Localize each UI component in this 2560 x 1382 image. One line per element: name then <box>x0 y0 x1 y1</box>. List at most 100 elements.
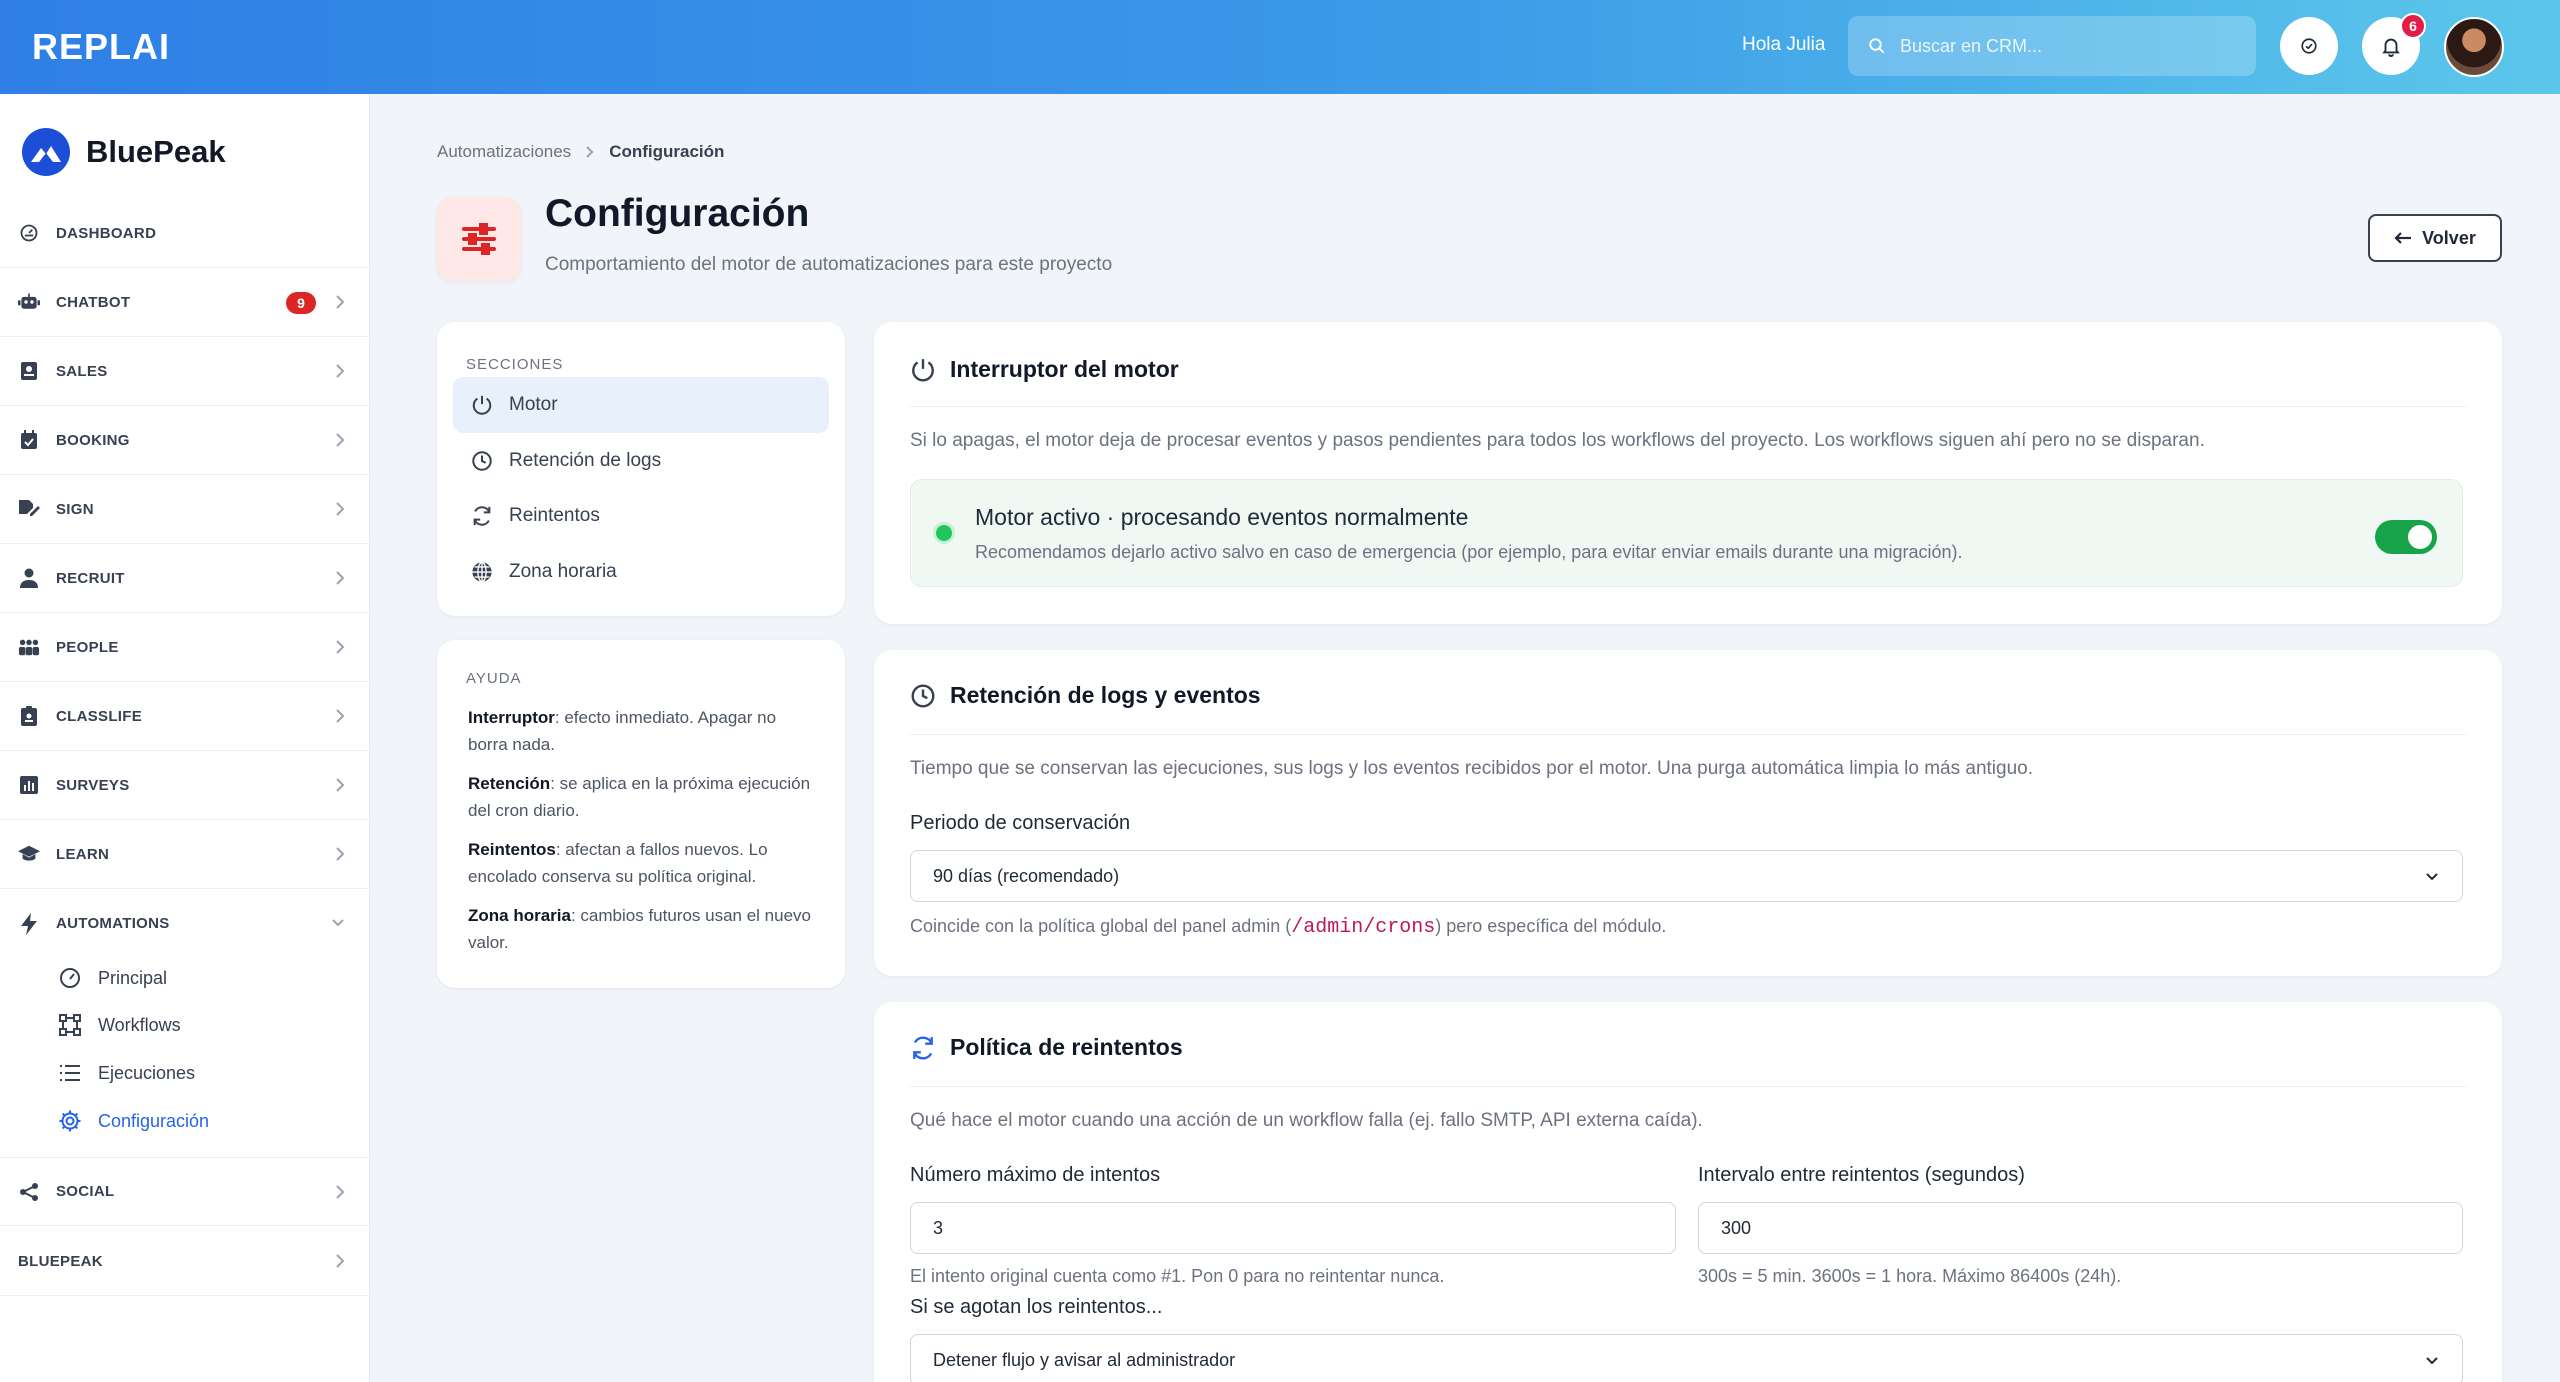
sidebar-subitem-principal[interactable]: Principal <box>58 958 167 998</box>
signature-icon <box>18 498 40 520</box>
sidebar-subitem-workflows[interactable]: Workflows <box>58 1005 181 1045</box>
breadcrumb: Automatizaciones Configuración <box>437 142 724 162</box>
chatbot-badge: 9 <box>286 292 316 314</box>
clock-icon <box>472 451 492 471</box>
user-avatar[interactable] <box>2444 17 2504 77</box>
sales-icon <box>18 360 40 382</box>
chevron-down-icon <box>2426 1357 2438 1365</box>
refresh-icon <box>473 506 491 526</box>
sidebar-item-label: CHATBOT <box>56 293 131 311</box>
breadcrumb-current: Configuración <box>609 142 725 161</box>
sidebar-item-label: SALES <box>56 362 108 380</box>
sidebar-item-recruit[interactable]: RECRUIT <box>0 544 370 613</box>
chevron-down-icon <box>332 919 344 927</box>
engine-status-box: Motor activo · procesando eventos normal… <box>910 479 2463 587</box>
chevron-right-icon <box>336 847 345 861</box>
admin-crons-link[interactable]: /admin/crons <box>1291 916 1435 939</box>
sidebar-item-booking[interactable]: BOOKING <box>0 406 370 475</box>
sidebar-item-learn[interactable]: LEARN <box>0 820 370 889</box>
section-link-motor[interactable]: Motor <box>453 377 829 433</box>
chevron-right-icon <box>336 709 345 723</box>
engine-toggle[interactable] <box>2375 520 2437 554</box>
power-icon <box>912 358 934 381</box>
retry-description: Qué hace el motor cuando una acción de u… <box>910 1110 1703 1131</box>
help-item-zona-horaria: Zona horaria: cambios futuros usan el nu… <box>468 906 811 952</box>
sidebar-item-label: PEOPLE <box>56 638 119 656</box>
sidebar-item-automations[interactable]: AUTOMATIONS <box>0 889 370 958</box>
chevron-right-icon <box>336 1185 345 1199</box>
section-link-retencion[interactable]: Retención de logs <box>453 433 829 489</box>
sidebar-item-label: SIGN <box>56 500 94 518</box>
power-icon <box>472 395 492 415</box>
sidebar-item-bluepeak[interactable]: BLUEPEAK <box>0 1227 370 1296</box>
sidebar-item-people[interactable]: PEOPLE <box>0 613 370 682</box>
sidebar-subitem-ejecuciones[interactable]: Ejecuciones <box>58 1053 195 1093</box>
help-item-reintentos: Reintentos: afectan a fallos nuevos. Lo … <box>468 840 768 886</box>
sidebar-subitem-configuracion[interactable]: Configuración <box>58 1101 209 1141</box>
search-input[interactable] <box>1900 35 2240 57</box>
retry-policy-card: Política de reintentos Qué hace el motor… <box>874 1002 2502 1382</box>
chevron-right-icon <box>336 1254 345 1268</box>
sidebar-item-label: RECRUIT <box>56 569 125 587</box>
tasks-button[interactable] <box>2280 17 2338 75</box>
max-attempts-hint: El intento original cuenta como #1. Pon … <box>910 1266 1445 1286</box>
gear-icon <box>59 1110 81 1132</box>
chevron-right-icon <box>586 146 594 158</box>
sidebar-item-sales[interactable]: SALES <box>0 337 370 406</box>
sidebar-item-sign[interactable]: SIGN <box>0 475 370 544</box>
sidebar-item-social[interactable]: SOCIAL <box>0 1157 370 1226</box>
sidebar: BluePeak DASHBOARD CHATBOT 9 SALES BOOKI… <box>0 94 370 1382</box>
retry-interval-input[interactable]: 300 <box>1698 1202 2463 1254</box>
chevron-right-icon <box>336 502 345 516</box>
sliders-icon <box>437 197 521 281</box>
retention-card-title: Retención de logs y eventos <box>950 682 1261 708</box>
list-icon <box>60 1065 80 1081</box>
retry-card-title: Política de reintentos <box>950 1034 1183 1060</box>
retry-interval-label: Intervalo entre reintentos (segundos) <box>1698 1164 2025 1186</box>
sidebar-item-label: BOOKING <box>56 431 130 449</box>
people-icon <box>18 636 40 658</box>
sections-title: SECCIONES <box>466 356 564 373</box>
chevron-down-icon <box>2426 873 2438 881</box>
max-attempts-input[interactable]: 3 <box>910 1202 1676 1254</box>
help-card: AYUDA Interruptor: efecto inmediato. Apa… <box>437 640 845 988</box>
max-attempts-label: Número máximo de intentos <box>910 1164 1161 1186</box>
sidebar-item-surveys[interactable]: SURVEYS <box>0 751 370 820</box>
exhausted-label: Si se agotan los reintentos... <box>910 1296 1163 1318</box>
dashboard-icon <box>18 222 40 244</box>
check-circle-icon <box>2301 38 2317 54</box>
notifications-button[interactable]: 6 <box>2362 13 2426 75</box>
sidebar-item-dashboard[interactable]: DASHBOARD <box>0 199 370 268</box>
retention-hint: Coincide con la política global del pane… <box>910 916 1667 939</box>
clock-icon <box>911 684 935 707</box>
sidebar-item-label: AUTOMATIONS <box>56 915 170 932</box>
refresh-icon <box>913 1035 933 1060</box>
calendar-check-icon <box>18 429 40 451</box>
retention-period-select[interactable]: 90 días (recomendado) <box>910 850 2463 902</box>
sidebar-item-label: SOCIAL <box>56 1183 115 1200</box>
exhausted-action-select[interactable]: Detener flujo y avisar al administrador <box>910 1334 2463 1382</box>
retention-period-label: Periodo de conservación <box>910 812 1131 834</box>
section-link-reintentos[interactable]: Reintentos <box>453 488 829 544</box>
sidebar-item-chatbot[interactable]: CHATBOT 9 <box>0 268 370 337</box>
search-box[interactable] <box>1848 16 2256 76</box>
section-link-zona-horaria[interactable]: Zona horaria <box>453 544 829 600</box>
engine-card-title: Interruptor del motor <box>950 356 1179 382</box>
sidebar-item-label: CLASSLIFE <box>56 707 143 725</box>
retention-description: Tiempo que se conservan las ejecuciones,… <box>910 758 2033 779</box>
search-icon <box>1869 38 1885 54</box>
sidebar-item-classlife[interactable]: CLASSLIFE <box>0 682 370 751</box>
engine-status-title: Motor activo · procesando eventos normal… <box>975 504 1469 530</box>
globe-icon <box>472 561 492 583</box>
top-bar: REPLAI Hola Julia 6 <box>0 0 2560 94</box>
notification-badge: 6 <box>2400 13 2426 39</box>
back-button-label: Volver <box>2422 227 2476 248</box>
back-button[interactable]: Volver <box>2368 214 2502 262</box>
chevron-right-icon <box>336 571 345 585</box>
chevron-right-icon <box>336 364 345 378</box>
breadcrumb-parent[interactable]: Automatizaciones <box>437 142 571 162</box>
brand[interactable]: BluePeak <box>22 128 226 176</box>
app-logo[interactable]: REPLAI <box>32 26 170 68</box>
exhausted-action-value: Detener flujo y avisar al administrador <box>933 1349 1236 1370</box>
bar-chart-icon <box>18 774 40 796</box>
